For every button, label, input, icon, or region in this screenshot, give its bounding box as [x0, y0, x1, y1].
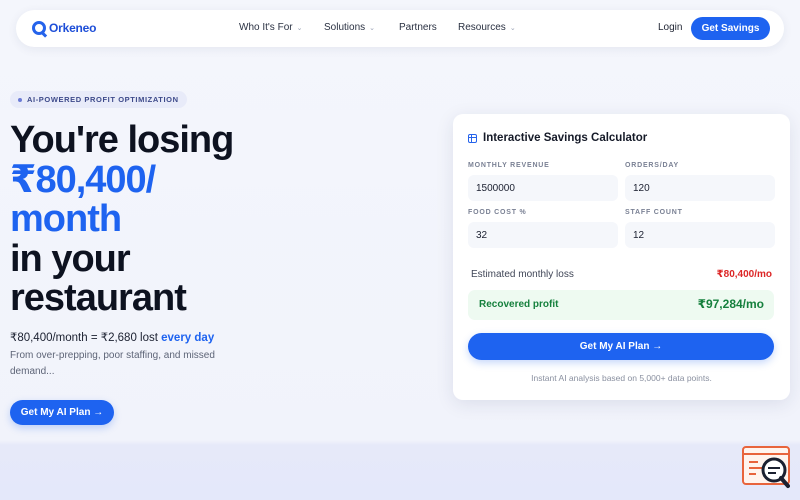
hero-title-line: in your — [10, 237, 131, 280]
brand-logo[interactable]: Orkeneo — [32, 21, 96, 35]
estimated-loss-value: ₹80,400/mo — [716, 269, 772, 280]
chevron-down-icon: ⌄ — [296, 24, 303, 32]
widget-graphic — [742, 446, 790, 488]
orders-per-day-label: ORDERS/DAY — [625, 162, 680, 169]
hero-title: You're losing ₹80,400/ month in your res… — [10, 119, 310, 319]
recovered-profit-value: ₹97,284/mo — [697, 297, 764, 311]
badge-dot-icon — [18, 97, 22, 102]
nav-item-partners[interactable]: Partners — [399, 22, 437, 33]
hero-title-amount: ₹80,400/ — [10, 158, 156, 201]
calculator-icon — [468, 133, 477, 143]
hero-description: From over-prepping, poor staffing, and m… — [10, 350, 215, 377]
food-cost-label: FOOD COST % — [468, 209, 527, 216]
nav-item-resources[interactable]: Resources ⌄ — [458, 22, 516, 33]
daily-loss-line: ₹80,400/month = ₹2,680 lost every day — [10, 330, 214, 344]
monthly-revenue-input[interactable]: 1500000 — [468, 175, 618, 201]
get-savings-button[interactable]: Get Savings — [691, 17, 770, 40]
chevron-down-icon: ⌄ — [369, 24, 376, 32]
nav-item-who-its-for[interactable]: Who It's For ⌄ — [239, 22, 302, 33]
hero-get-ai-plan-button[interactable]: Get My AI Plan → — [10, 400, 114, 425]
nav-item-label: Resources — [458, 22, 506, 33]
nav-item-label: Solutions — [324, 22, 366, 33]
savings-calculator-card: Interactive Savings Calculator MONTHLY R… — [453, 114, 790, 400]
staff-count-label: STAFF COUNT — [625, 209, 683, 216]
food-cost-input[interactable]: 32 — [468, 222, 618, 248]
staff-count-input[interactable]: 12 — [625, 222, 775, 248]
daily-loss-highlight: every day — [161, 332, 215, 344]
nav-item-label: Partners — [399, 22, 437, 33]
hero-title-line: You're losing — [10, 119, 234, 161]
chat-search-widget-icon[interactable] — [742, 446, 790, 490]
recovered-profit-box: Recovered profit ₹97,284/mo — [468, 290, 774, 320]
hero-title-line: restaurant — [10, 277, 187, 319]
login-link[interactable]: Login — [658, 22, 682, 33]
nav-item-solutions[interactable]: Solutions ⌄ — [324, 22, 375, 33]
chevron-down-icon: ⌄ — [509, 24, 516, 32]
estimated-loss-label: Estimated monthly loss — [471, 269, 574, 280]
orders-per-day-input[interactable]: 120 — [625, 175, 775, 201]
top-navbar: Orkeneo Who It's For ⌄ Solutions ⌄ Partn… — [16, 10, 784, 47]
calculator-title-text: Interactive Savings Calculator — [483, 132, 648, 144]
badge-label: AI-POWERED PROFIT OPTIMIZATION — [27, 95, 179, 104]
hero-title-month: month — [10, 198, 122, 240]
hero-badge: AI-POWERED PROFIT OPTIMIZATION — [10, 91, 187, 108]
nav-item-label: Who It's For — [239, 22, 293, 33]
monthly-revenue-label: MONTHLY REVENUE — [468, 162, 550, 169]
calculator-title: Interactive Savings Calculator — [468, 132, 647, 144]
recovered-profit-label: Recovered profit — [479, 299, 559, 310]
orkeneo-logo-icon — [32, 21, 46, 35]
brand-name: Orkeneo — [49, 21, 97, 35]
calculator-footnote: Instant AI analysis based on 5,000+ data… — [531, 373, 712, 383]
daily-loss-text: ₹80,400/month = ₹2,680 lost — [10, 332, 162, 344]
calculator-get-ai-plan-button[interactable]: Get My AI Plan → — [468, 333, 774, 360]
